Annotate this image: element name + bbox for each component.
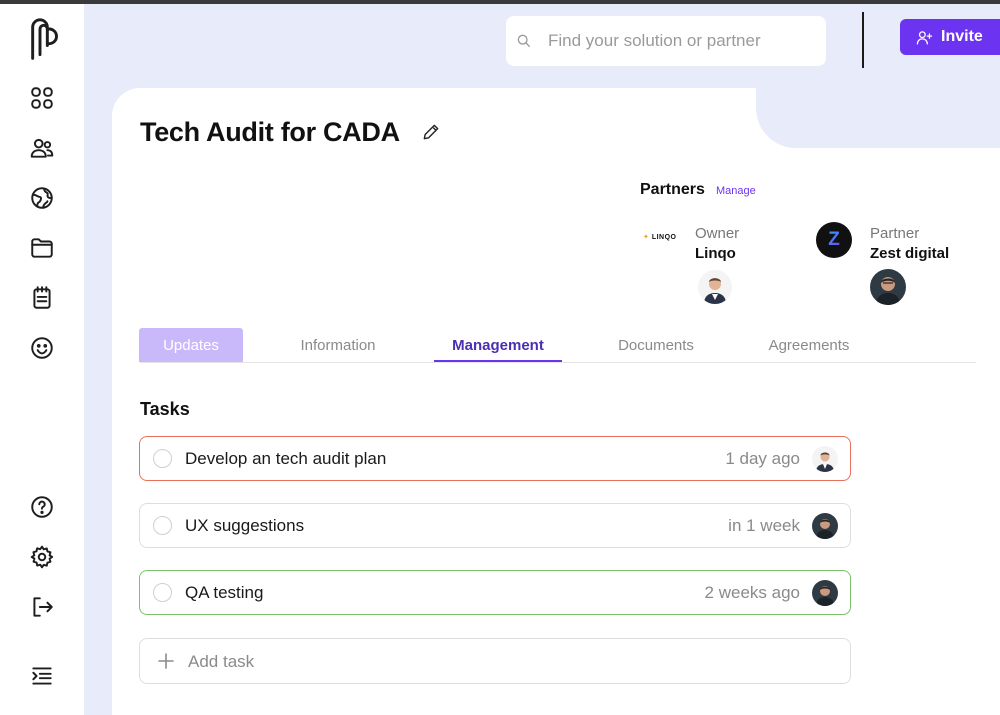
search-bar[interactable]	[506, 16, 826, 66]
task-label: Develop an tech audit plan	[185, 449, 387, 468]
tabs-divider	[140, 362, 976, 363]
linqo-logo: ✦ LINQO	[643, 234, 677, 241]
search-input[interactable]	[548, 31, 818, 51]
search-icon	[517, 34, 530, 47]
users-icon[interactable]	[26, 132, 58, 164]
main-panel-notch	[756, 88, 1000, 148]
tab-updates[interactable]: Updates	[139, 328, 243, 362]
add-task-button[interactable]: Add task	[139, 638, 851, 684]
task-assignee-avatar[interactable]	[812, 446, 838, 472]
tab-management[interactable]: Management	[434, 328, 562, 362]
manage-partners-link[interactable]: Manage	[716, 185, 756, 197]
task-item[interactable]: UX suggestions in 1 week	[139, 503, 851, 548]
collapse-menu-icon[interactable]	[26, 660, 58, 692]
add-user-icon	[916, 30, 933, 45]
add-task-label: Add task	[188, 652, 255, 671]
partner-name: Zest digital	[870, 245, 950, 262]
invite-button[interactable]: Invite	[900, 19, 1000, 55]
notepad-icon[interactable]	[26, 282, 58, 314]
task-checkbox[interactable]	[153, 449, 172, 468]
task-assignee-avatar[interactable]	[812, 580, 838, 606]
paperclip-logo-icon[interactable]	[20, 16, 60, 64]
tasks-title: Tasks	[140, 399, 190, 419]
edit-pencil-icon[interactable]	[421, 122, 441, 142]
logout-icon[interactable]	[26, 591, 58, 623]
task-time: 2 weeks ago	[704, 583, 800, 602]
active-tab-indicator	[434, 360, 562, 362]
partner-avatar[interactable]	[870, 269, 906, 305]
task-checkbox[interactable]	[153, 583, 172, 602]
invite-label: Invite	[941, 28, 983, 45]
task-item[interactable]: Develop an tech audit plan 1 day ago	[139, 436, 851, 481]
plus-icon	[156, 651, 176, 671]
task-time: in 1 week	[728, 516, 800, 535]
partners-title: Partners	[640, 181, 705, 198]
task-time: 1 day ago	[725, 449, 800, 468]
header-divider	[862, 12, 864, 68]
folder-icon[interactable]	[26, 232, 58, 264]
task-checkbox[interactable]	[153, 516, 172, 535]
tab-information[interactable]: Information	[268, 328, 408, 362]
partner-role-label: Partner	[870, 225, 920, 242]
settings-gear-icon[interactable]	[26, 541, 58, 573]
window-top-border	[0, 0, 1000, 4]
owner-avatar[interactable]	[698, 270, 732, 304]
task-label: QA testing	[185, 583, 264, 602]
task-assignee-avatar[interactable]	[812, 513, 838, 539]
tab-agreements[interactable]: Agreements	[740, 328, 878, 362]
task-item[interactable]: QA testing 2 weeks ago	[139, 570, 851, 615]
tab-documents[interactable]: Documents	[590, 328, 722, 362]
dashboard-grid-icon[interactable]	[26, 82, 58, 114]
zest-digital-logo: Z	[816, 222, 852, 258]
owner-name: Linqo	[695, 245, 736, 262]
globe-icon[interactable]	[26, 182, 58, 214]
sidebar	[0, 4, 84, 715]
smiley-icon[interactable]	[26, 332, 58, 364]
page-title: Tech Audit for CADA	[140, 117, 400, 147]
help-icon[interactable]	[26, 491, 58, 523]
owner-role-label: Owner	[695, 225, 740, 242]
main-panel	[112, 88, 1000, 715]
task-label: UX suggestions	[185, 516, 305, 535]
